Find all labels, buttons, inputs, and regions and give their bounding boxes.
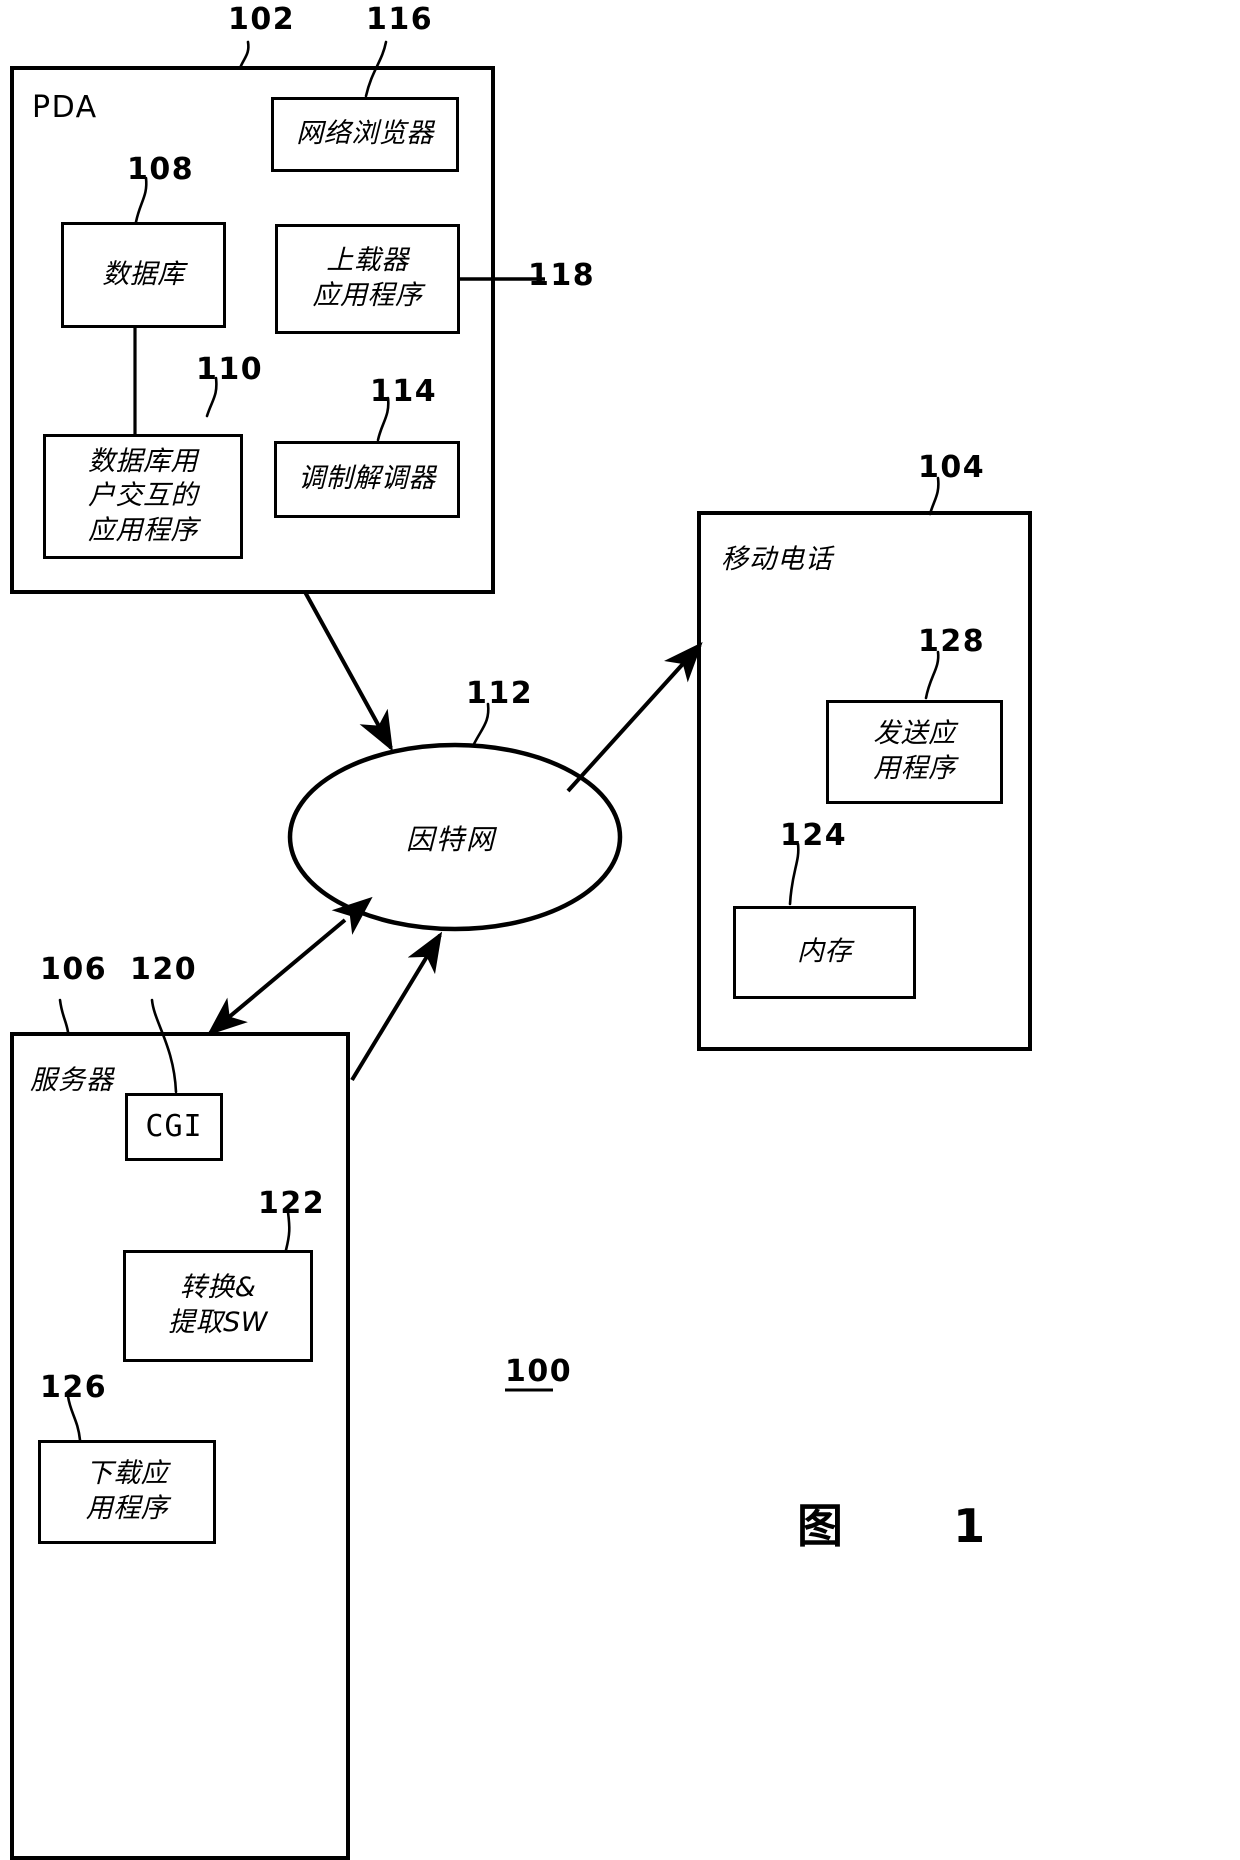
ref-108: 108 <box>127 152 195 187</box>
pda-block-modem-label: 调制解调器 <box>298 463 436 495</box>
mobile-phone-title: 移动电话 <box>721 544 833 575</box>
ref-118: 118 <box>528 258 596 293</box>
server-block-transform-extract-sw: 转换& 提取SW <box>123 1250 313 1362</box>
pda-title: PDA <box>32 90 98 125</box>
server-block-download-app-label: 下载应 用程序 <box>85 1458 169 1524</box>
ref-120: 120 <box>130 952 198 987</box>
ref-100-system: 100 <box>505 1354 573 1389</box>
ref-106: 106 <box>40 952 108 987</box>
pda-block-database-label: 数据库 <box>102 258 185 290</box>
figure-caption: 图 1 <box>797 1499 988 1553</box>
server-title: 服务器 <box>30 1065 114 1096</box>
ref-114: 114 <box>370 374 438 409</box>
ref-110: 110 <box>196 352 264 387</box>
mobile-phone-block-memory: 内存 <box>733 906 916 999</box>
internet-label: 因特网 <box>406 823 497 856</box>
server-block-cgi-label: CGI <box>145 1108 203 1144</box>
ref-116: 116 <box>366 2 434 37</box>
ref-104: 104 <box>918 450 986 485</box>
ref-124: 124 <box>780 818 848 853</box>
server-block-download-app: 下载应 用程序 <box>38 1440 216 1544</box>
pda-block-web-browser-label: 网络浏览器 <box>296 118 434 150</box>
server-block-cgi: CGI <box>125 1093 223 1161</box>
ref-102: 102 <box>228 2 296 37</box>
mobile-phone-block-memory-label: 内存 <box>797 936 852 968</box>
ref-122: 122 <box>258 1186 326 1221</box>
pda-block-modem: 调制解调器 <box>274 441 460 518</box>
server-block-transform-extract-sw-label: 转换& 提取SW <box>168 1272 268 1338</box>
pda-block-uploader-app-label: 上载器 应用程序 <box>312 245 423 311</box>
mobile-phone-block-sending-app-label: 发送应 用程序 <box>873 718 956 784</box>
pda-block-uploader-app: 上载器 应用程序 <box>275 224 460 334</box>
pda-block-database: 数据库 <box>61 222 226 328</box>
pda-block-web-browser: 网络浏览器 <box>271 97 459 172</box>
patent-figure-1: PDA 102 116 108 118 110 114 网络浏览器 上载器 应用… <box>0 0 1240 1860</box>
pda-block-db-user-interaction-app: 数据库用 户交互的 应用程序 <box>43 434 243 559</box>
ref-112: 112 <box>466 676 534 711</box>
ref-126: 126 <box>40 1370 108 1405</box>
pda-block-db-user-interaction-app-label: 数据库用 户交互的 应用程序 <box>88 445 198 546</box>
mobile-phone-block-sending-app: 发送应 用程序 <box>826 700 1003 804</box>
ref-128: 128 <box>918 624 986 659</box>
